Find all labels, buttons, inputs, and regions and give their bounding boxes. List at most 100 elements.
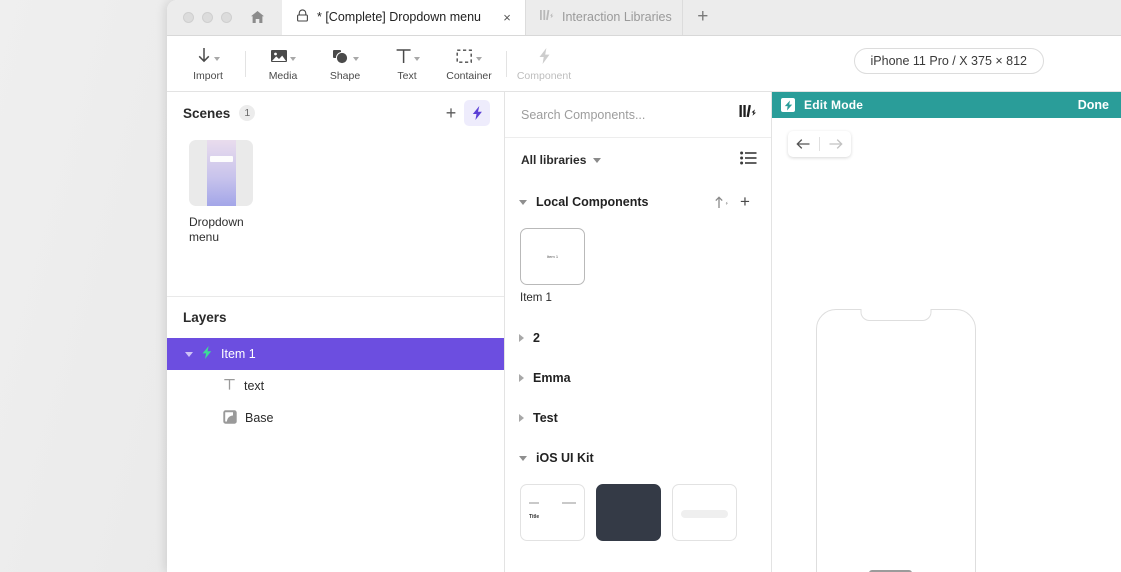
tab-interaction-libraries[interactable]: Interaction Libraries (526, 0, 683, 35)
scene-item-dropdown-menu[interactable]: Dropdown menu (189, 140, 504, 245)
iphone-11-pro-frame: Item 1 Item 1 (816, 309, 976, 572)
component-lightning-icon (537, 45, 552, 67)
scene-interactions-button[interactable] (464, 100, 490, 126)
layer-row-base[interactable]: Base (167, 402, 504, 434)
layer-row-text[interactable]: text (167, 370, 504, 402)
section-local-components[interactable]: Local Components + (505, 182, 771, 222)
section-test[interactable]: Test (505, 398, 771, 438)
toolbar-text-button[interactable]: Text (376, 38, 438, 90)
shape-icon (332, 45, 359, 67)
local-components-grid: Item 1 Item 1 (505, 222, 771, 304)
list-view-icon[interactable] (740, 151, 757, 170)
done-button[interactable]: Done (1078, 98, 1109, 112)
kit-item-title-card[interactable]: Title (520, 484, 585, 541)
component-item-1[interactable]: Item 1 Item 1 (520, 228, 585, 304)
main-toolbar: Import Media Shape Text Container Compon… (167, 36, 1121, 92)
scene-label: Dropdown menu (189, 215, 244, 244)
tab-dropdown-menu[interactable]: * [Complete] Dropdown menu × (282, 0, 526, 35)
canvas-area[interactable]: Item 1 Item 1 (772, 118, 1121, 572)
section-emma[interactable]: Emma (505, 358, 771, 398)
section-label: Test (533, 411, 558, 425)
chevron-down-icon[interactable] (519, 455, 527, 461)
canvas-nav-group (788, 131, 851, 157)
search-input[interactable] (521, 107, 739, 122)
chevron-down-icon[interactable] (593, 157, 602, 163)
chevron-right-icon[interactable] (519, 414, 524, 422)
layer-row-item-1[interactable]: Item 1 (167, 338, 504, 370)
kit-item-dark-card[interactable] (596, 484, 661, 541)
scenes-header: Scenes 1 + (167, 92, 504, 134)
layers-title: Layers (183, 310, 227, 325)
component-name: Item 1 (520, 292, 552, 304)
shape-base-icon (223, 409, 237, 427)
close-window-button[interactable] (183, 11, 194, 23)
section-2[interactable]: 2 (505, 318, 771, 358)
component-thumbnail: Item 1 (520, 228, 585, 285)
device-selector[interactable]: iPhone 11 Pro / X 375 × 812 (853, 48, 1044, 74)
layers-header: Layers (167, 296, 504, 338)
tab-title: Interaction Libraries (561, 10, 672, 24)
chevron-right-icon[interactable] (519, 334, 524, 342)
toolbar-label: Import (193, 70, 223, 82)
add-scene-button[interactable]: + (438, 100, 464, 126)
section-label: 2 (533, 331, 540, 345)
minimize-window-button[interactable] (202, 11, 213, 23)
media-image-icon (270, 45, 296, 67)
left-panel: Scenes 1 + Dropdown menu Layers Item 1 t… (167, 92, 505, 572)
toolbar-label: Container (446, 70, 492, 82)
toolbar-label: Component (516, 70, 572, 82)
kit-title-text: Title (529, 514, 540, 520)
ios-ui-kit-grid: Title (505, 478, 771, 541)
home-icon[interactable] (246, 6, 268, 28)
chevron-right-icon[interactable] (519, 374, 524, 382)
toolbar-divider (245, 50, 246, 77)
component-thumbnail: Title (520, 484, 585, 541)
toolbar-label: Media (268, 70, 298, 82)
toolbar-container-button[interactable]: Container (438, 38, 500, 90)
toolbar-import-button[interactable]: Import (177, 38, 239, 90)
interaction-library-icon (539, 9, 554, 25)
interaction-library-icon[interactable] (739, 104, 757, 125)
arrow-left-icon[interactable] (788, 131, 819, 157)
library-filter-row: All libraries (505, 138, 771, 182)
chevron-down-icon[interactable] (519, 199, 527, 205)
lock-icon (296, 8, 309, 26)
search-row (505, 92, 771, 138)
toolbar-divider (506, 50, 507, 77)
close-icon[interactable]: × (499, 9, 515, 25)
layer-label: Item 1 (221, 347, 256, 361)
toolbar-shape-button[interactable]: Shape (314, 38, 376, 90)
section-label: Emma (533, 371, 571, 385)
lightning-badge-icon (781, 98, 795, 112)
container-dashed-icon (456, 45, 482, 67)
edit-mode-title: Edit Mode (804, 98, 864, 112)
main-body: Scenes 1 + Dropdown menu Layers Item 1 t… (167, 92, 1121, 572)
library-filter-label[interactable]: All libraries (521, 153, 586, 167)
title-bar: * [Complete] Dropdown menu × Interaction… (167, 0, 1121, 36)
plus-icon[interactable]: + (733, 190, 757, 214)
lightning-icon (201, 345, 213, 363)
device-label: iPhone 11 Pro / X 375 × 812 (870, 54, 1027, 68)
app-window: * [Complete] Dropdown menu × Interaction… (167, 0, 1121, 572)
layers-list: Item 1 text Base (167, 338, 504, 434)
notch (860, 309, 932, 321)
components-panel: All libraries Local Components + (505, 92, 772, 572)
sort-asc-icon[interactable] (709, 190, 733, 214)
scenes-count: 1 (239, 105, 256, 121)
section-ios-ui-kit[interactable]: iOS UI Kit (505, 438, 771, 478)
desktop-background: * [Complete] Dropdown menu × Interaction… (0, 0, 1121, 572)
arrow-right-icon[interactable] (820, 131, 851, 157)
window-controls (167, 0, 282, 35)
text-t-icon (395, 45, 420, 67)
layer-label: Base (245, 411, 274, 425)
new-tab-button[interactable]: + (683, 0, 723, 35)
toolbar-label: Text (397, 70, 417, 82)
maximize-window-button[interactable] (221, 11, 232, 23)
kit-item-search-card[interactable] (672, 484, 737, 541)
chevron-down-icon[interactable] (185, 351, 193, 357)
layer-label: text (244, 379, 265, 393)
toolbar-media-button[interactable]: Media (252, 38, 314, 90)
scene-thumbnail (189, 140, 253, 206)
toolbar-label: Shape (329, 70, 361, 82)
section-label: Local Components (536, 195, 649, 209)
